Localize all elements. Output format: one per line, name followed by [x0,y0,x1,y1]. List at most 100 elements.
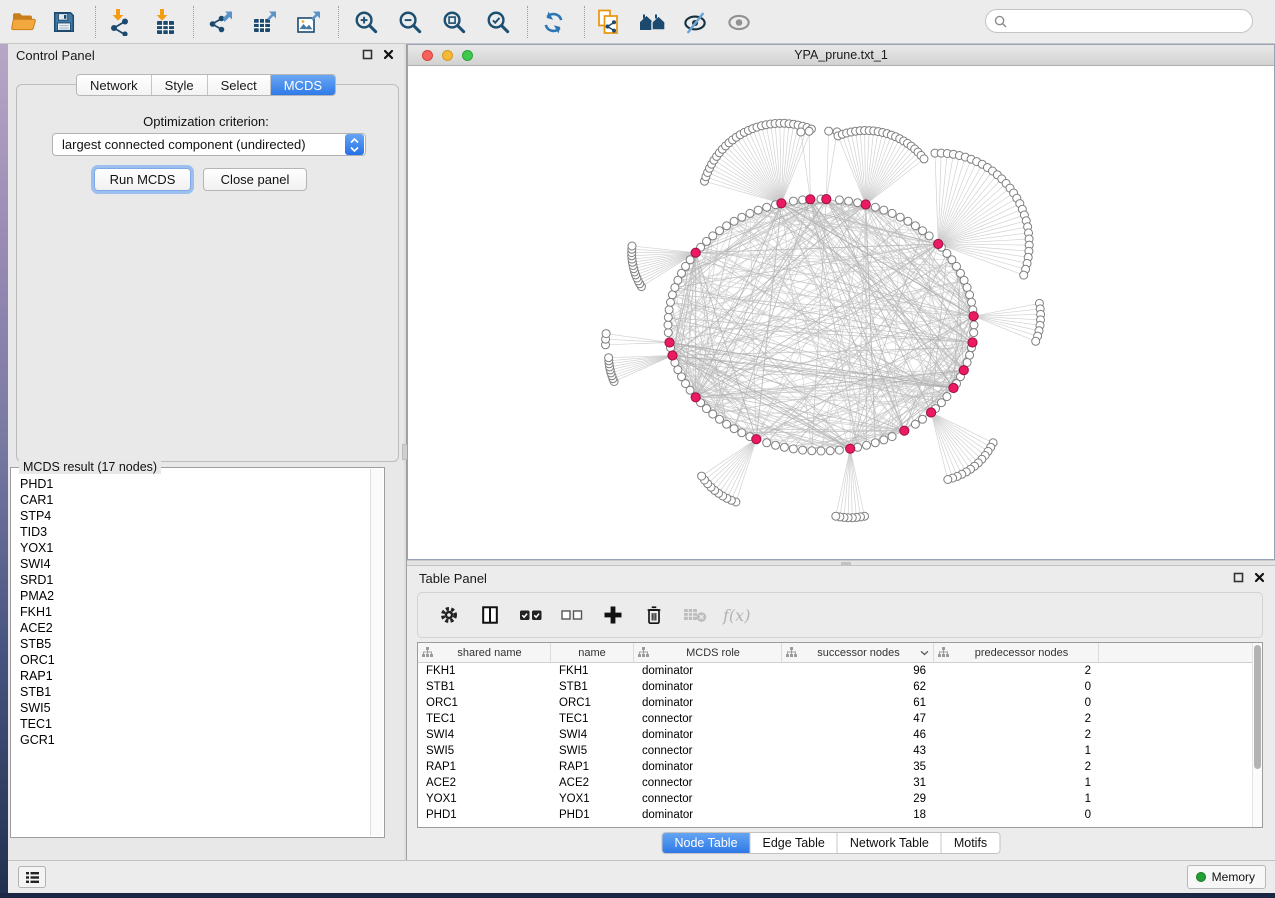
result-node-item[interactable]: SWI4 [12,556,370,572]
attribute-icon [422,647,433,658]
close-panel-icon[interactable] [383,49,394,60]
result-node-item[interactable]: YOX1 [12,540,370,556]
import-table-icon[interactable] [146,5,182,39]
global-search-field[interactable] [985,9,1253,33]
tab-select[interactable]: Select [208,75,271,95]
cell-succ: 35 [782,761,934,773]
function-builder-icon[interactable]: f(x) [723,606,750,625]
close-panel-icon[interactable] [1254,572,1265,583]
table-row[interactable]: RAP1RAP1dominator352 [418,759,1252,775]
scrollbar-thumb[interactable] [1254,645,1261,769]
table-row[interactable]: STB1STB1dominator620 [418,679,1252,695]
delete-table-icon[interactable] [682,603,708,627]
add-column-icon[interactable] [600,603,626,627]
table-row[interactable]: PHD1PHD1dominator180 [418,807,1252,823]
table-row[interactable]: SWI5SWI5connector431 [418,743,1252,759]
column-header-shared-name[interactable]: shared name [418,643,551,662]
result-node-item[interactable]: SWI5 [12,700,370,716]
tab-motifs[interactable]: Motifs [942,833,999,853]
tab-network-table[interactable]: Network Table [838,833,942,853]
export-network-icon[interactable] [204,5,240,39]
result-node-item[interactable]: TID3 [12,524,370,540]
result-node-item[interactable]: PMA2 [12,588,370,604]
dropdown-selected-value: largest connected component (undirected) [53,137,345,152]
column-header-MCDS-role[interactable]: MCDS role [634,643,782,662]
new-network-from-selection-icon[interactable] [591,5,627,39]
table-row[interactable]: FKH1FKH1dominator962 [418,663,1252,679]
hide-selected-icon[interactable] [677,5,713,39]
result-node-item[interactable]: STP4 [12,508,370,524]
result-node-item[interactable]: CAR1 [12,492,370,508]
deselect-all-icon[interactable] [559,603,585,627]
result-node-item[interactable]: SRD1 [12,572,370,588]
close-panel-button[interactable]: Close panel [203,168,307,191]
import-network-icon[interactable] [102,5,138,39]
result-node-item[interactable]: ORC1 [12,652,370,668]
cell-name: STB1 [551,681,634,693]
zoom-fit-icon[interactable] [436,5,472,39]
refresh-view-icon[interactable] [535,5,571,39]
result-node-item[interactable]: FKH1 [12,604,370,620]
dropdown-stepper-icon [345,134,364,155]
tab-node-table[interactable]: Node Table [663,833,751,853]
network-frame-titlebar[interactable]: YPA_prune.txt_1 [408,45,1274,66]
open-file-icon[interactable] [6,5,42,39]
result-node-item[interactable]: STB5 [12,636,370,652]
zoom-in-icon[interactable] [348,5,384,39]
cell-succ: 43 [782,745,934,757]
tab-style[interactable]: Style [152,75,208,95]
search-input[interactable] [1012,14,1252,28]
cell-name: SWI5 [551,745,634,757]
mcds-result-title: MCDS result (17 nodes) [19,460,161,474]
column-header-successor-nodes[interactable]: successor nodes [782,643,934,662]
run-mcds-button[interactable]: Run MCDS [94,168,191,191]
column-header-name[interactable]: name [551,643,634,662]
tab-mcds[interactable]: MCDS [271,75,335,95]
tab-network[interactable]: Network [77,75,152,95]
zoom-selected-icon[interactable] [480,5,516,39]
export-table-icon[interactable] [248,5,284,39]
show-all-icon[interactable] [721,5,757,39]
tab-edge-table[interactable]: Edge Table [751,833,838,853]
split-columns-icon[interactable] [477,603,503,627]
network-graph[interactable] [408,66,1274,559]
table-row[interactable]: ACE2ACE2connector311 [418,775,1252,791]
cell-shared: RAP1 [418,761,551,773]
result-node-item[interactable]: GCR1 [12,732,370,748]
first-neighbors-icon[interactable] [635,5,671,39]
result-node-item[interactable]: TEC1 [12,716,370,732]
mcds-result-list[interactable]: PHD1CAR1STP4TID3YOX1SWI4SRD1PMA2FKH1ACE2… [12,476,370,836]
delete-column-icon[interactable] [641,603,667,627]
table-row[interactable]: ORC1ORC1dominator610 [418,695,1252,711]
column-label: successor nodes [797,647,920,659]
table-row[interactable]: SWI4SWI4dominator462 [418,727,1252,743]
table-row[interactable]: TEC1TEC1connector472 [418,711,1252,727]
table-panel: Table Panel [407,566,1275,860]
table-vertical-scrollbar[interactable] [1252,643,1262,827]
cell-role: connector [634,745,782,757]
cell-succ: 47 [782,713,934,725]
cell-pred: 0 [934,809,1099,821]
export-image-icon[interactable] [292,5,328,39]
float-panel-icon[interactable] [1233,572,1244,583]
network-canvas[interactable] [408,66,1274,559]
result-node-item[interactable]: STB1 [12,684,370,700]
table-row[interactable]: YOX1YOX1connector291 [418,791,1252,807]
task-history-button[interactable] [18,866,46,888]
cell-succ: 46 [782,729,934,741]
save-session-icon[interactable] [46,5,82,39]
cell-shared: TEC1 [418,713,551,725]
column-header-predecessor-nodes[interactable]: predecessor nodes [934,643,1099,662]
cell-name: ACE2 [551,777,634,789]
splitter-grip[interactable] [841,562,851,565]
optimization-criterion-dropdown[interactable]: largest connected component (undirected) [52,133,366,156]
result-list-scrollbar[interactable] [370,469,383,836]
memory-button[interactable]: Memory [1187,865,1266,889]
result-node-item[interactable]: PHD1 [12,476,370,492]
result-node-item[interactable]: ACE2 [12,620,370,636]
zoom-out-icon[interactable] [392,5,428,39]
select-all-icon[interactable] [518,603,544,627]
float-panel-icon[interactable] [362,49,373,60]
result-node-item[interactable]: RAP1 [12,668,370,684]
table-settings-icon[interactable] [436,603,462,627]
